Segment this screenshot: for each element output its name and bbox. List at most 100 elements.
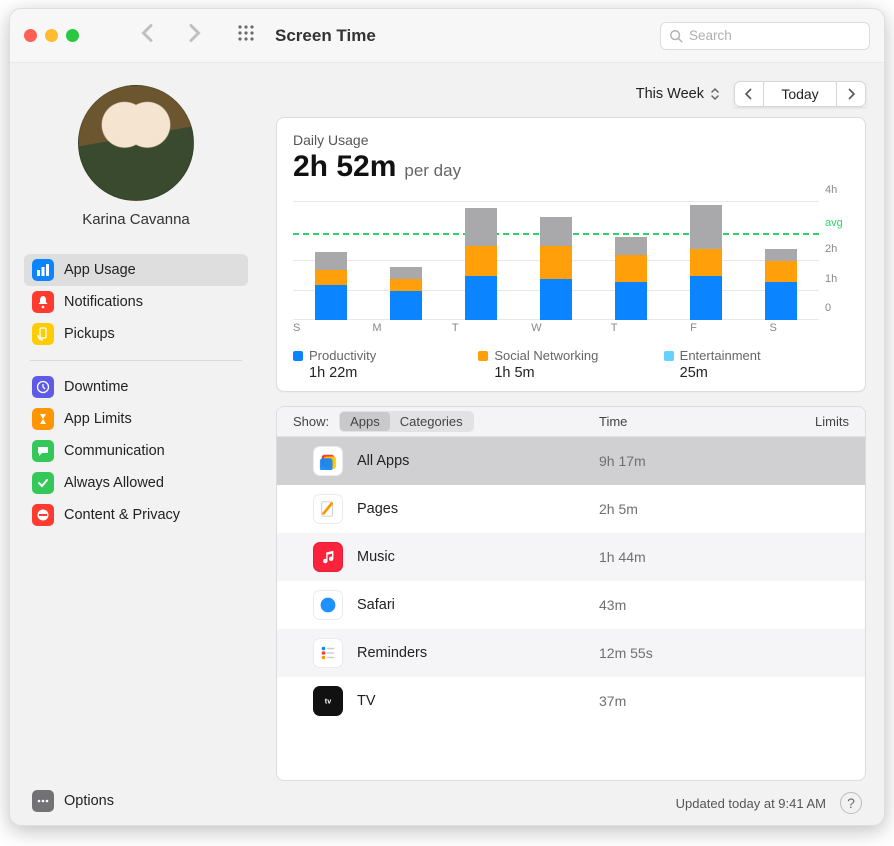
- legend-item: Productivity1h 22m: [293, 348, 478, 381]
- window: Screen Time Search Karina Cavanna App Us…: [9, 8, 885, 826]
- separator: [30, 360, 242, 361]
- bar-day[interactable]: [669, 202, 744, 320]
- app-name: Safari: [357, 597, 599, 613]
- prev-button[interactable]: [734, 81, 764, 107]
- app-time: 9h 17m: [599, 453, 799, 469]
- titlebar: Screen Time Search: [10, 9, 884, 63]
- bar-day[interactable]: [744, 202, 819, 320]
- clock-icon: [32, 376, 54, 398]
- window-title: Screen Time: [275, 26, 376, 46]
- today-label: Today: [781, 86, 818, 102]
- sidebar-item-app-limits[interactable]: App Limits: [24, 403, 248, 435]
- app-name: TV: [357, 693, 599, 709]
- sidebar-item-notifications[interactable]: Notifications: [24, 286, 248, 318]
- minimize-window[interactable]: [45, 29, 58, 42]
- sidebar-item-label: Content & Privacy: [64, 507, 180, 523]
- sidebar-item-label: Downtime: [64, 379, 128, 395]
- apps-table: Show: Apps Categories Time Limits All Ap…: [276, 406, 866, 781]
- day-label: F: [690, 322, 769, 334]
- day-label: S: [293, 322, 372, 334]
- table-row[interactable]: All Apps9h 17m: [277, 437, 865, 485]
- nav-arrows: [139, 24, 203, 47]
- app-icon: [313, 494, 343, 524]
- app-time: 43m: [599, 597, 799, 613]
- show-label: Show:: [293, 414, 329, 429]
- legend: Productivity1h 22mSocial Networking1h 5m…: [293, 348, 849, 381]
- check-badge-icon: [32, 472, 54, 494]
- bar-day[interactable]: [293, 202, 368, 320]
- app-name: Reminders: [357, 645, 599, 661]
- sidebar-item-pickups[interactable]: Pickups: [24, 318, 248, 350]
- help-button[interactable]: ?: [840, 792, 862, 814]
- table-header: Show: Apps Categories Time Limits: [277, 407, 865, 437]
- table-row[interactable]: Reminders12m 55s: [277, 629, 865, 677]
- app-time: 1h 44m: [599, 549, 799, 565]
- bar-day[interactable]: [368, 202, 443, 320]
- sidebar-item-content-privacy[interactable]: Content & Privacy: [24, 499, 248, 531]
- back-button[interactable]: [139, 24, 157, 47]
- sidebar-item-label: Always Allowed: [64, 475, 164, 491]
- bell-icon: [32, 291, 54, 313]
- table-row[interactable]: tv TV37m: [277, 677, 865, 725]
- search-icon: [669, 29, 683, 43]
- sidebar-item-label: App Limits: [64, 411, 132, 427]
- bar-day[interactable]: [518, 202, 593, 320]
- svg-text:tv: tv: [325, 697, 331, 706]
- app-time: 12m 55s: [599, 645, 799, 661]
- next-button[interactable]: [836, 81, 866, 107]
- sidebar: Karina Cavanna App Usage Notifications P…: [10, 63, 262, 825]
- sidebar-item-options[interactable]: Options: [24, 777, 248, 825]
- app-time: 37m: [599, 693, 799, 709]
- ellipsis-icon: [32, 790, 54, 812]
- search-placeholder: Search: [689, 28, 732, 43]
- traffic-lights: [24, 29, 79, 42]
- table-row[interactable]: Safari43m: [277, 581, 865, 629]
- day-label: S: [770, 322, 849, 334]
- no-entry-icon: [32, 504, 54, 526]
- range-label: This Week: [636, 86, 704, 102]
- range-dropdown[interactable]: This Week: [636, 86, 720, 102]
- chat-icon: [32, 440, 54, 462]
- sidebar-item-always-allowed[interactable]: Always Allowed: [24, 467, 248, 499]
- app-icon: [313, 590, 343, 620]
- daily-usage-card: Daily Usage 2h 52m per day 4h2h1h0avg SM…: [276, 117, 866, 392]
- sidebar-item-label: Options: [64, 793, 114, 809]
- today-button[interactable]: Today: [764, 81, 836, 107]
- day-label: T: [611, 322, 690, 334]
- hourglass-icon: [32, 408, 54, 430]
- bar-day[interactable]: [594, 202, 669, 320]
- toggle-apps[interactable]: Apps: [340, 412, 390, 431]
- sidebar-item-app-usage[interactable]: App Usage: [24, 254, 248, 286]
- app-icon: tv: [313, 686, 343, 716]
- app-icon: [313, 542, 343, 572]
- sidebar-item-downtime[interactable]: Downtime: [24, 371, 248, 403]
- search-input[interactable]: Search: [660, 22, 870, 50]
- footer: Updated today at 9:41 AM ?: [276, 781, 866, 825]
- forward-button[interactable]: [185, 24, 203, 47]
- toggle-categories[interactable]: Categories: [390, 412, 473, 431]
- grid-icon[interactable]: [237, 24, 255, 47]
- zoom-window[interactable]: [66, 29, 79, 42]
- avatar[interactable]: [78, 85, 194, 201]
- app-name: All Apps: [357, 453, 599, 469]
- date-stepper: Today: [734, 81, 866, 107]
- table-row[interactable]: Pages2h 5m: [277, 485, 865, 533]
- sidebar-item-label: Communication: [64, 443, 165, 459]
- top-controls: This Week Today: [276, 79, 866, 109]
- day-label: T: [452, 322, 531, 334]
- sidebar-item-communication[interactable]: Communication: [24, 435, 248, 467]
- usage-chart: 4h2h1h0avg: [293, 202, 849, 320]
- bar-day[interactable]: [443, 202, 518, 320]
- card-title: Daily Usage: [293, 132, 849, 148]
- avg-unit: per day: [404, 161, 461, 181]
- app-time: 2h 5m: [599, 501, 799, 517]
- chart-icon: [32, 259, 54, 281]
- hand-phone-icon: [32, 323, 54, 345]
- username: Karina Cavanna: [24, 211, 248, 228]
- close-window[interactable]: [24, 29, 37, 42]
- col-time: Time: [599, 414, 799, 429]
- table-row[interactable]: Music1h 44m: [277, 533, 865, 581]
- sidebar-item-label: Notifications: [64, 294, 143, 310]
- main: This Week Today Daily Usage 2h 52m per d…: [262, 63, 884, 825]
- show-toggle: Apps Categories: [339, 411, 474, 432]
